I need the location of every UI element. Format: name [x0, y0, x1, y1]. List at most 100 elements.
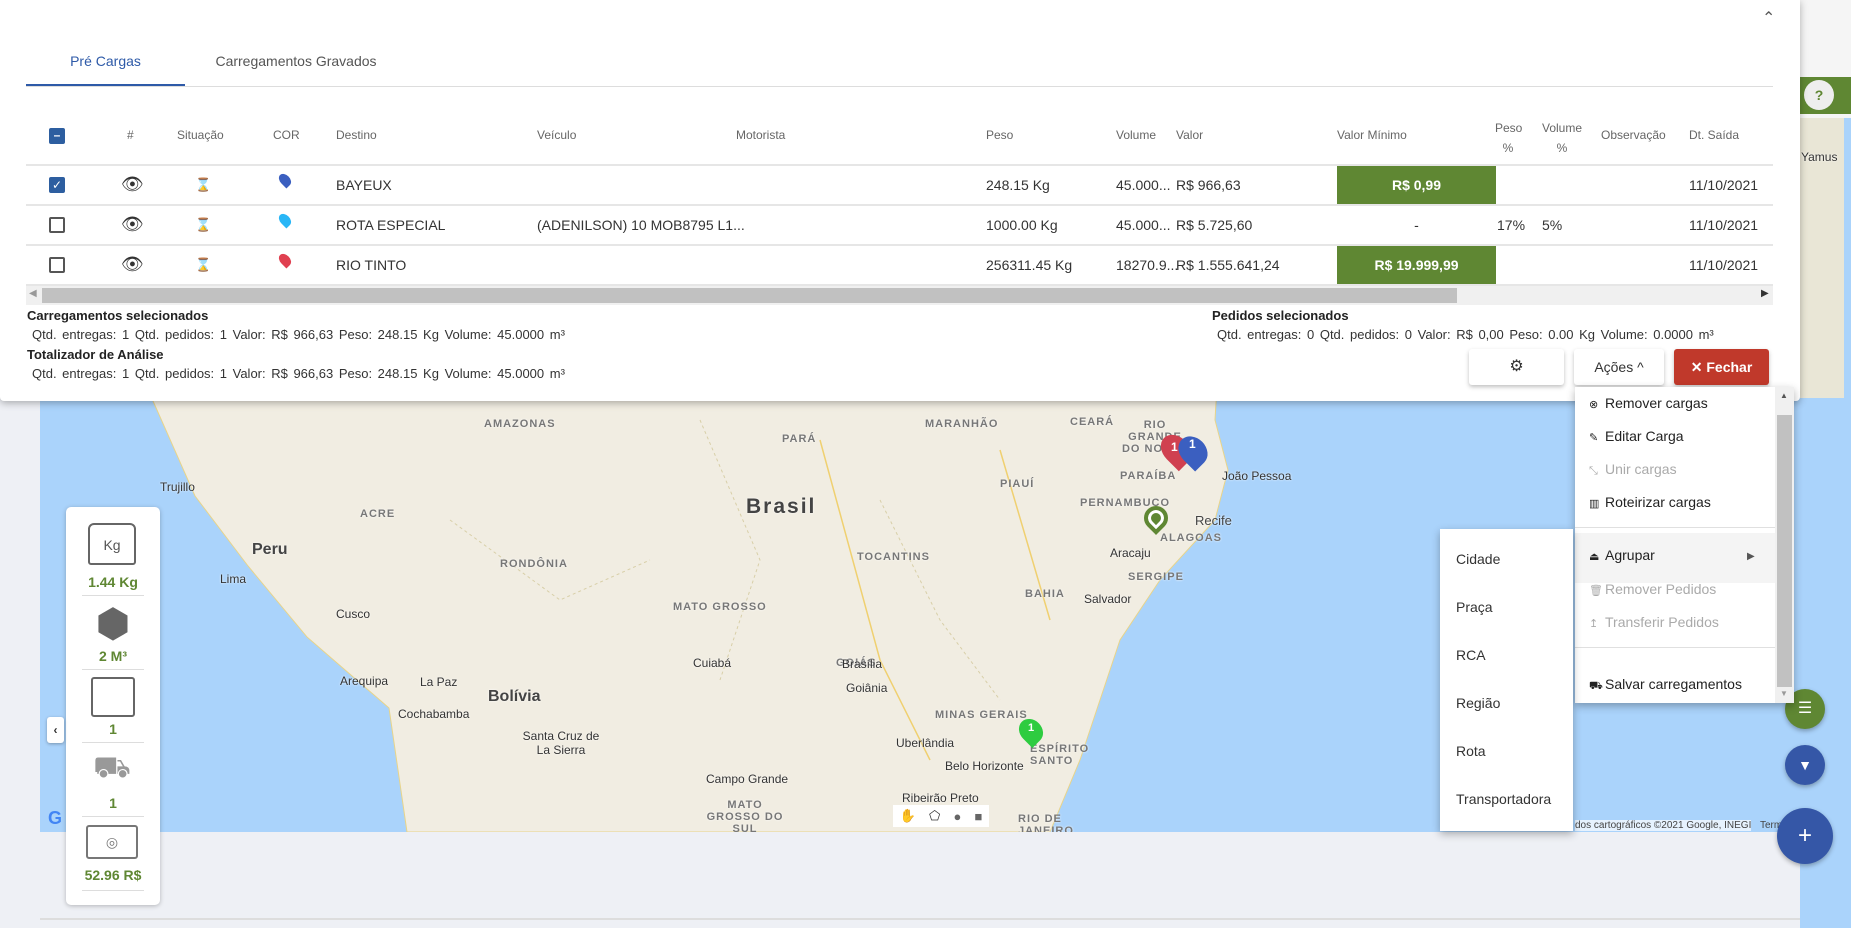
cell-peso: 248.15 Kg: [986, 177, 1050, 193]
city-label: João Pessoa: [1222, 469, 1292, 483]
country-label: Bolívia: [488, 688, 541, 705]
scroll-left-arrow-icon[interactable]: ◀: [29, 288, 37, 299]
package-icon: [91, 677, 135, 717]
city-label: La Paz: [420, 675, 458, 689]
column-header-situacao[interactable]: Situação: [177, 128, 224, 142]
fechar-button[interactable]: ✕ Fechar: [1674, 349, 1769, 385]
menu-icon: ⛟: [1589, 680, 1603, 692]
city-label: Arequipa: [340, 674, 389, 688]
agrupar-submenu: Cidade Praça RCA Região Rota Transportadora: [1440, 529, 1573, 831]
state-label: CEARÁ: [1070, 416, 1115, 428]
cell-volume-pct: 5%: [1542, 217, 1563, 233]
submenu-item-praça[interactable]: Praça: [1456, 599, 1493, 615]
menu-item-label: Editar Carga: [1605, 428, 1684, 444]
actions-menu: ▲ ▼ ⊗ Remover cargas ✎ Editar Carga ⤡ Unir ca…: [1575, 387, 1794, 703]
pedidos-selecionados-summary: Qtd. entregas: 0 Qtd. pedidos: 0 Valor: …: [1217, 327, 1714, 342]
column-header-peso[interactable]: Peso: [986, 128, 1013, 142]
stats-panel: Kg 1.44 Kg ⬢ 2 M³ 1 ⛟ 1 ◎ 52.96 R$: [66, 507, 160, 905]
cell-destino: ROTA ESPECIAL: [336, 217, 446, 233]
carregamentos-selecionados-summary: Qtd. entregas: 1 Qtd. pedidos: 1 Valor: …: [32, 327, 565, 342]
tab-pre-cargas[interactable]: Pré Cargas: [26, 44, 185, 86]
menu-icon: ⊗: [1589, 399, 1599, 411]
column-header-destino[interactable]: Destino: [336, 128, 377, 142]
cell-dt-saida: 11/10/2021: [1689, 217, 1759, 233]
collapse-stats-button[interactable]: ‹: [47, 717, 64, 743]
row-checkbox[interactable]: [49, 217, 65, 233]
view-eye-icon[interactable]: 👁: [121, 214, 144, 235]
cell-peso-pct: 17%: [1497, 217, 1526, 233]
row-checkbox[interactable]: ✓: [49, 177, 65, 193]
city-label: Cusco: [336, 607, 371, 621]
menu-item-salvar-carregamentos[interactable]: ⛟ Salvar carregamentos: [1589, 676, 1742, 694]
column-header-cor[interactable]: COR: [273, 128, 300, 142]
tab-carregamentos-gravados[interactable]: Carregamentos Gravados: [200, 44, 392, 86]
state-label: TOCANTINS: [857, 551, 930, 563]
pedidos-selecionados-title: Pedidos selecionados: [1212, 308, 1349, 323]
state-label: ESPÍRITO SANTO: [1030, 743, 1090, 767]
submenu-item-cidade[interactable]: Cidade: [1456, 551, 1500, 567]
marker-count: 1: [1189, 437, 1196, 451]
marker-count: 1: [1171, 440, 1178, 454]
totalizador-summary: Qtd. entregas: 1 Qtd. pedidos: 1 Valor: …: [32, 366, 565, 381]
rectangle-icon[interactable]: ■: [975, 809, 983, 824]
horizontal-scrollbar[interactable]: ◀ ▶: [26, 286, 1773, 305]
hourglass-icon: ⌛: [195, 257, 212, 272]
submenu-item-região[interactable]: Região: [1456, 695, 1500, 711]
state-label: BAHIA: [1025, 588, 1065, 600]
column-header-observacao[interactable]: Observação: [1601, 128, 1666, 142]
column-header-dt-saida[interactable]: Dt. Saída: [1689, 128, 1739, 142]
menu-item-agrupar[interactable]: ⏏ Agrupar: [1589, 547, 1655, 563]
city-label: Trujillo: [160, 480, 195, 494]
city-label: Aracaju: [1110, 546, 1151, 560]
settings-button[interactable]: ⚙: [1469, 349, 1564, 385]
column-header-valor[interactable]: Valor: [1176, 128, 1203, 142]
city-label: Recife: [1195, 513, 1232, 528]
state-label: AMAZONAS: [484, 418, 556, 430]
cell-peso: 256311.45 Kg: [986, 257, 1073, 273]
submenu-item-rota[interactable]: Rota: [1456, 743, 1486, 759]
cell-valor-minimo: -: [1414, 217, 1419, 233]
state-label: MATO GROSSO: [673, 601, 767, 613]
collapse-panel-chevron-up-icon[interactable]: ⌃: [1762, 8, 1775, 28]
menu-item-roteirizar-cargas[interactable]: ▥ Roteirizar cargas: [1589, 494, 1711, 510]
column-header-volume-pct[interactable]: Volume %: [1540, 118, 1584, 158]
column-header-peso-pct[interactable]: Peso %: [1495, 118, 1522, 158]
row-checkbox[interactable]: [49, 257, 65, 273]
hand-icon[interactable]: ✋: [900, 808, 916, 824]
polygon-icon[interactable]: ⬠: [929, 808, 940, 824]
state-label: MARANHÃO: [925, 418, 999, 430]
menu-icon: 🗑: [1589, 585, 1603, 597]
submenu-item-transportadora[interactable]: Transportadora: [1456, 791, 1551, 807]
cell-valor: R$ 5.725,60: [1176, 217, 1253, 233]
marker-count: 1: [1028, 722, 1035, 734]
view-eye-icon[interactable]: 👁: [121, 254, 144, 275]
help-button[interactable]: ?: [1804, 80, 1834, 110]
cell-volume: 18270.9...: [1116, 257, 1179, 273]
cell-valor: R$ 966,63: [1176, 177, 1241, 193]
acoes-button[interactable]: Ações ^: [1574, 349, 1664, 385]
map-attribution: dos cartográficos ©2021 Google, INEGI: [1575, 820, 1752, 831]
menu-scrollbar[interactable]: ▲ ▼: [1775, 387, 1794, 703]
circle-icon[interactable]: ●: [953, 809, 961, 824]
state-label: SERGIPE: [1128, 571, 1184, 583]
cell-destino: RIO TINTO: [336, 257, 407, 273]
menu-item-unir-cargas: ⤡ Unir cargas: [1589, 461, 1677, 478]
column-header-valor-minimo[interactable]: Valor Mínimo: [1337, 128, 1407, 142]
column-header-motorista[interactable]: Motorista: [736, 128, 785, 142]
filter-fab-button[interactable]: ▼: [1785, 745, 1825, 785]
view-eye-icon[interactable]: 👁: [121, 174, 144, 195]
add-fab-button[interactable]: +: [1777, 808, 1833, 864]
menu-item-transferir-pedidos: ↥ Transferir Pedidos: [1589, 614, 1719, 630]
menu-icon: ⏏: [1589, 551, 1600, 563]
scroll-right-arrow-icon[interactable]: ▶: [1761, 288, 1769, 299]
city-label: Cuiabá: [693, 656, 732, 670]
cell-veiculo: (ADENILSON) 10 MOB8795 L1...: [537, 217, 745, 233]
country-label: Brasil: [746, 495, 817, 518]
menu-item-editar-carga[interactable]: ✎ Editar Carga: [1589, 428, 1684, 444]
menu-item-remover-cargas[interactable]: ⊗ Remover cargas: [1589, 395, 1708, 411]
select-all-checkbox[interactable]: –: [49, 128, 65, 144]
column-header-volume[interactable]: Volume: [1116, 128, 1156, 142]
column-header-veiculo[interactable]: Veículo: [537, 128, 576, 142]
scrollbar-thumb[interactable]: [42, 288, 1457, 303]
submenu-item-rca[interactable]: RCA: [1456, 647, 1486, 663]
